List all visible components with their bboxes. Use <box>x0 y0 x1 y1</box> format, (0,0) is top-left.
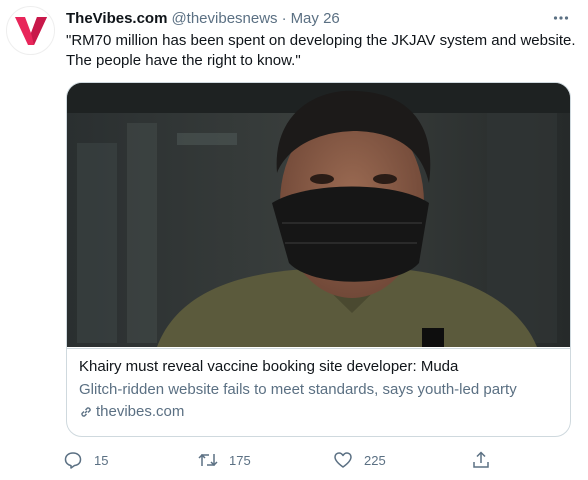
share-button[interactable] <box>470 447 492 473</box>
like-button[interactable]: 225 <box>332 447 386 473</box>
card-domain-text: thevibes.com <box>96 403 185 420</box>
tweet-date[interactable]: May 26 <box>291 10 340 27</box>
retweet-icon <box>197 449 219 471</box>
author-handle[interactable]: @thevibesnews <box>171 10 277 27</box>
more-icon[interactable] <box>550 7 572 29</box>
card-image[interactable] <box>67 83 570 347</box>
vibes-v-logo <box>14 16 47 45</box>
reply-count: 15 <box>94 452 109 468</box>
like-count: 225 <box>364 452 386 468</box>
tweet-header: TheVibes.com @thevibesnews · May 26 <box>66 7 578 29</box>
separator-dot: · <box>281 9 287 27</box>
tweet[interactable]: TheVibes.com @thevibesnews · May 26 "RM7… <box>0 0 588 480</box>
reply-button[interactable]: 15 <box>62 447 108 473</box>
tweet-text-line: "RM70 million has been spent on developi… <box>66 32 576 49</box>
tweet-text: "RM70 million has been spent on developi… <box>66 31 576 71</box>
card-domain: thevibes.com <box>79 402 558 422</box>
retweet-button[interactable]: 175 <box>197 447 251 473</box>
tweet-text-line: The people have the right to know." <box>66 52 301 69</box>
share-icon <box>470 449 492 471</box>
tweet-actions: 15 175 225 <box>62 447 502 473</box>
card-description: Glitch-ridden website fails to meet stan… <box>79 381 517 398</box>
card-body: Khairy must reveal vaccine booking site … <box>67 348 570 436</box>
heart-icon <box>332 449 354 471</box>
link-icon <box>79 405 93 419</box>
author-name[interactable]: TheVibes.com <box>66 10 167 27</box>
link-card[interactable]: Khairy must reveal vaccine booking site … <box>66 82 571 437</box>
avatar[interactable] <box>6 6 55 55</box>
retweet-count: 175 <box>229 452 251 468</box>
reply-icon <box>62 449 84 471</box>
card-title: Khairy must reveal vaccine booking site … <box>79 358 459 375</box>
